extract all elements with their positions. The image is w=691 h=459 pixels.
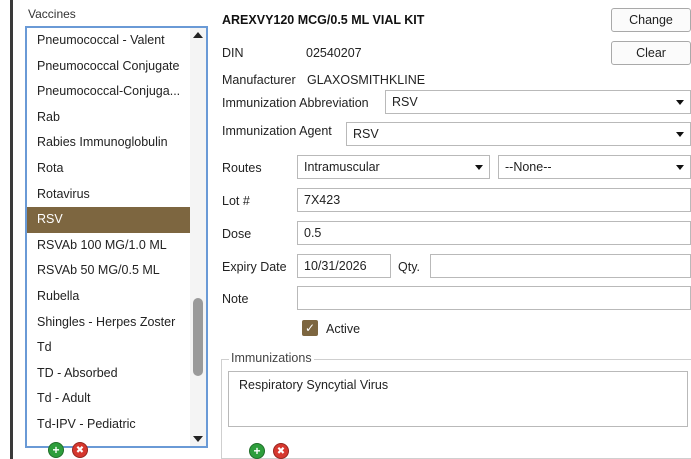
vaccine-list-item[interactable]: Td xyxy=(27,335,191,361)
dose-input[interactable]: 0.5 xyxy=(297,221,691,245)
check-icon: ✓ xyxy=(304,321,316,335)
chevron-down-icon xyxy=(676,165,684,170)
agent-label: Immunization Agent xyxy=(222,124,332,138)
active-checkbox[interactable]: ✓ xyxy=(302,320,318,336)
vaccine-list[interactable]: Pneumococcal - Valent Pneumococcal Conjug… xyxy=(25,26,208,448)
vaccines-title: Vaccines xyxy=(28,7,76,21)
expiry-label: Expiry Date xyxy=(222,260,287,274)
abbreviation-select-value: RSV xyxy=(392,95,418,109)
remove-vaccine-button[interactable]: ✖ xyxy=(72,442,88,458)
vaccine-list-item[interactable]: Rubella xyxy=(27,284,191,310)
manufacturer-label: Manufacturer xyxy=(222,73,296,87)
qty-label: Qty. xyxy=(398,260,420,274)
routes-label: Routes xyxy=(222,161,262,175)
vaccine-list-item[interactable]: Pneumococcal - Valent xyxy=(27,28,191,54)
site-select[interactable]: --None-- xyxy=(498,155,691,179)
site-select-value: --None-- xyxy=(505,160,552,174)
vaccine-list-item[interactable]: Pneumococcal Conjugate xyxy=(27,54,191,80)
vaccine-list-item[interactable]: Shingles - Herpes Zoster xyxy=(27,310,191,336)
window-left-border xyxy=(10,0,13,459)
scroll-up-arrow-icon[interactable] xyxy=(193,32,203,38)
vaccine-list-item[interactable]: RSV xyxy=(27,207,191,233)
abbreviation-label: Immunization Abbreviation xyxy=(222,96,369,110)
vaccine-list-item[interactable]: RSVAb 100 MG/1.0 ML xyxy=(27,233,191,259)
vaccine-list-item[interactable]: Rota xyxy=(27,156,191,182)
remove-immunization-button[interactable]: ✖ xyxy=(273,443,289,459)
scroll-thumb[interactable] xyxy=(193,298,203,376)
din-value: 02540207 xyxy=(306,46,362,60)
add-immunization-button[interactable]: + xyxy=(249,443,265,459)
list-item[interactable]: Respiratory Syncytial Virus xyxy=(229,372,687,398)
product-title: AREXVY120 MCG/0.5 ML VIAL KIT xyxy=(222,13,425,27)
note-input[interactable] xyxy=(297,286,691,310)
vaccine-list-item[interactable]: Td - Adult xyxy=(27,386,191,412)
scroll-down-arrow-icon[interactable] xyxy=(193,436,203,442)
chevron-down-icon xyxy=(676,132,684,137)
qty-input[interactable] xyxy=(430,254,691,278)
din-label: DIN xyxy=(222,46,244,60)
agent-select[interactable]: RSV xyxy=(346,122,691,146)
immunizations-title: Immunizations xyxy=(229,351,314,365)
vaccine-list-item[interactable]: Td-IPV - Pediatric xyxy=(27,412,191,438)
lot-label: Lot # xyxy=(222,194,250,208)
vaccine-list-item[interactable]: RSVAb 50 MG/0.5 ML xyxy=(27,258,191,284)
expiry-date-input[interactable]: 10/31/2026 xyxy=(297,254,391,278)
lot-input[interactable]: 7X423 xyxy=(297,188,691,212)
agent-select-value: RSV xyxy=(353,127,379,141)
change-button[interactable]: Change xyxy=(611,8,691,32)
vaccine-list-item[interactable]: Rab xyxy=(27,105,191,131)
vaccine-list-item[interactable]: Rotavirus xyxy=(27,182,191,208)
clear-button[interactable]: Clear xyxy=(611,41,691,65)
dose-label: Dose xyxy=(222,227,252,241)
vaccine-list-item[interactable]: Rabies Immunoglobulin xyxy=(27,130,191,156)
abbreviation-select[interactable]: RSV xyxy=(385,90,691,114)
vaccine-list-items: Pneumococcal - Valent Pneumococcal Conjug… xyxy=(27,28,206,438)
manufacturer-value: GLAXOSMITHKLINE xyxy=(307,73,426,87)
add-vaccine-button[interactable]: + xyxy=(48,442,64,458)
vaccine-list-item[interactable]: TD - Absorbed xyxy=(27,361,191,387)
active-label: Active xyxy=(326,322,361,336)
immunizations-list[interactable]: Respiratory Syncytial Virus xyxy=(228,371,688,427)
chevron-down-icon xyxy=(676,100,684,105)
vaccine-list-scrollbar[interactable] xyxy=(190,28,206,446)
chevron-down-icon xyxy=(475,165,483,170)
vaccine-list-item[interactable]: Pneumococcal-Conjuga... xyxy=(27,79,191,105)
route-select-value: Intramuscular xyxy=(304,160,380,174)
route-select[interactable]: Intramuscular xyxy=(297,155,490,179)
note-label: Note xyxy=(222,292,249,306)
